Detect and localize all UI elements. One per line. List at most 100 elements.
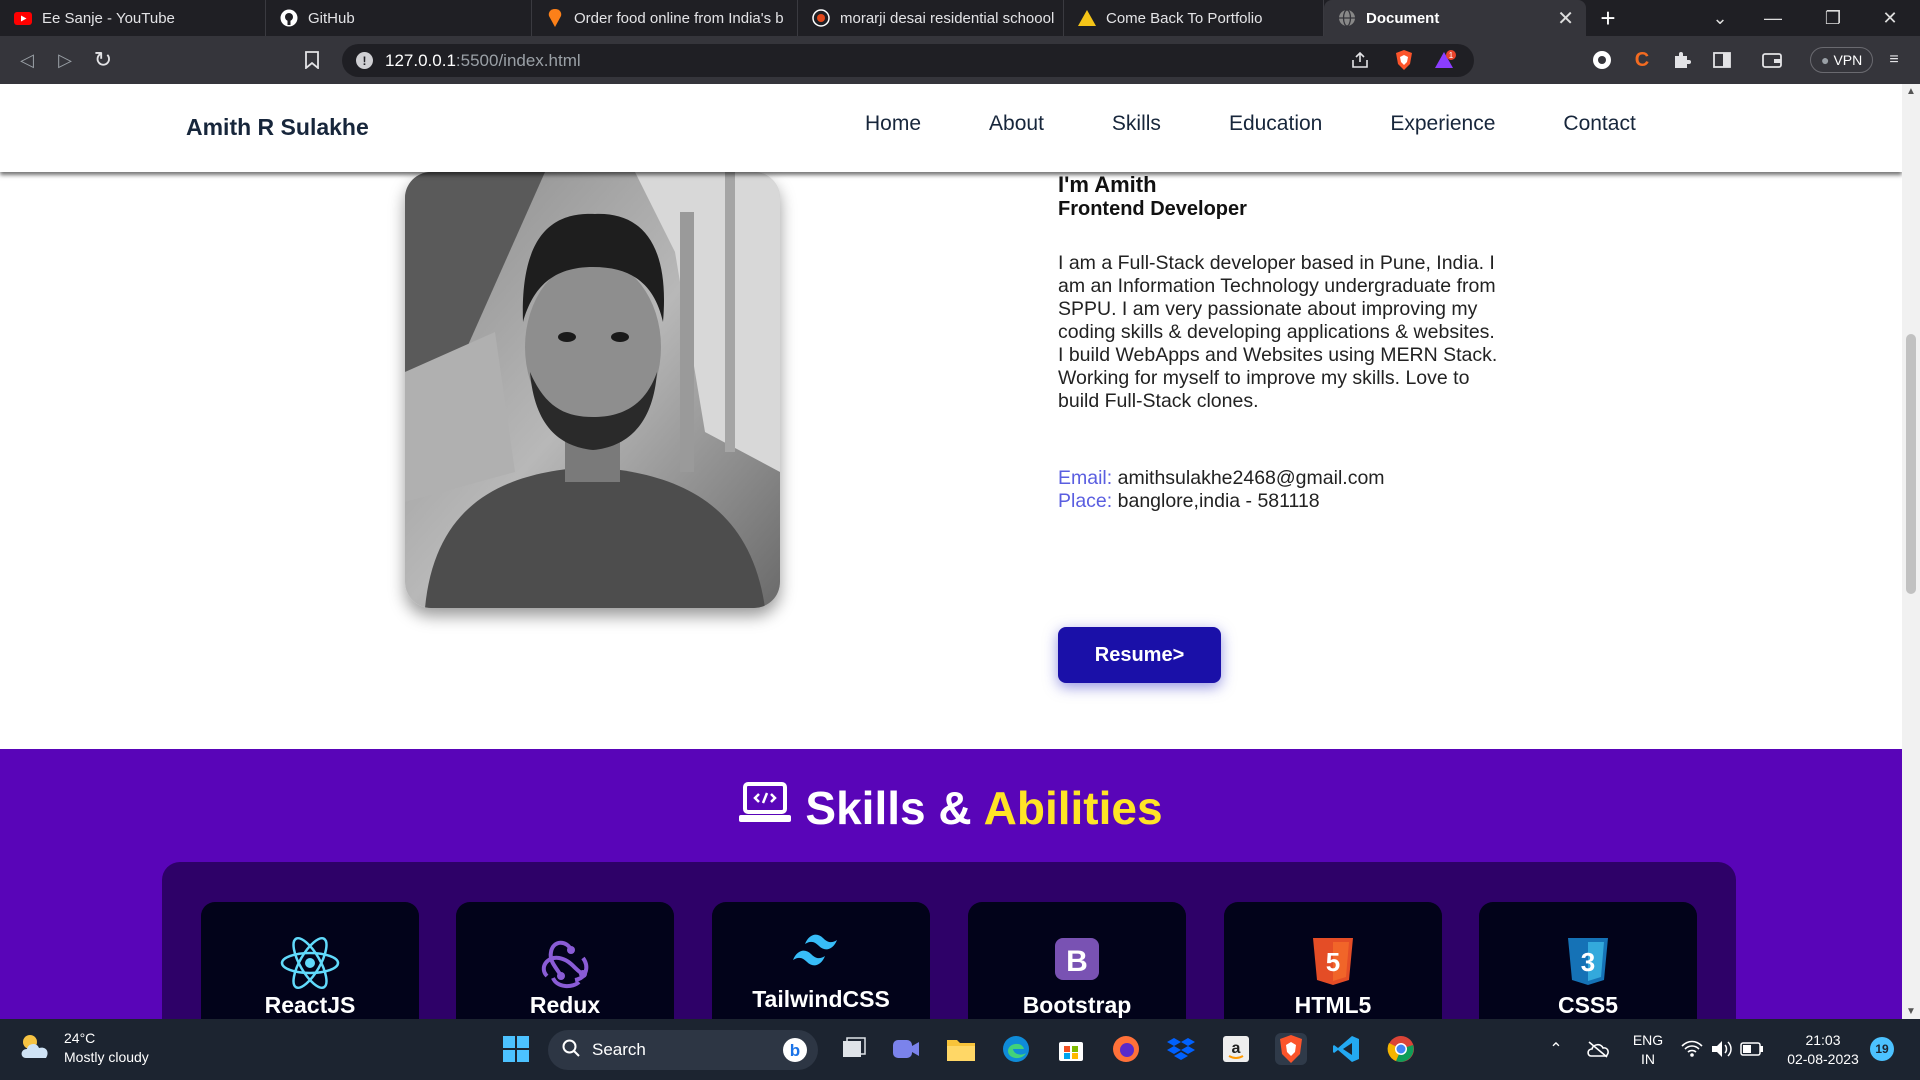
page-scrollbar[interactable]: ▲ ▼ <box>1902 84 1920 1019</box>
about-section: I'm Amith Frontend Developer I am a Full… <box>0 172 1902 834</box>
reload-icon[interactable]: ↻ <box>84 47 122 73</box>
wallet-icon[interactable] <box>1760 48 1784 72</box>
clock-time: 21:03 <box>1805 1032 1841 1048</box>
skill-card: 3 CSS5 <box>1479 902 1697 1019</box>
sidebar-icon[interactable] <box>1710 48 1734 72</box>
skill-label: ReactJS <box>264 992 356 1018</box>
menu-icon[interactable]: ≡ <box>1882 48 1906 72</box>
wifi-icon[interactable] <box>1676 1033 1708 1065</box>
bing-icon[interactable]: b <box>782 1037 808 1068</box>
back-icon[interactable]: ◁ <box>8 50 46 71</box>
globe-icon <box>1338 9 1356 27</box>
language-indicator[interactable]: ENG IN <box>1628 1031 1668 1069</box>
skill-card: ReactJS <box>201 902 419 1019</box>
vpn-button[interactable]: ● VPN <box>1810 47 1874 73</box>
svg-text:5: 5 <box>1326 947 1340 977</box>
battery-icon[interactable] <box>1736 1033 1768 1065</box>
extensions-puzzle-icon[interactable] <box>1670 48 1694 72</box>
tab-swiggy[interactable]: Order food online from India's b <box>532 0 798 36</box>
tab-title: morarji desai residential schoool <box>840 9 1055 27</box>
nav-home[interactable]: Home <box>865 112 921 136</box>
vercel-icon <box>1078 9 1096 27</box>
email-line: Email: amithsulakhe2468@gmail.com <box>1058 467 1385 490</box>
firefox-icon[interactable] <box>1110 1033 1142 1065</box>
scroll-down-icon[interactable]: ▼ <box>1902 1006 1920 1017</box>
skills-heading-accent: Abilities <box>983 782 1163 834</box>
search-icon <box>562 1039 580 1062</box>
file-explorer-icon[interactable] <box>945 1033 977 1065</box>
react-icon <box>201 936 419 990</box>
address-bar[interactable]: ! 127.0.0.1:5500/index.html 1 <box>342 44 1474 77</box>
svg-text:a: a <box>1232 1040 1241 1057</box>
svg-text:1: 1 <box>1449 51 1454 60</box>
restore-icon[interactable]: ❐ <box>1805 0 1861 36</box>
tray-chevron-up-icon[interactable]: ⌃ <box>1540 1033 1572 1065</box>
amazon-icon[interactable]: a <box>1220 1033 1252 1065</box>
clock[interactable]: 21:03 02-08-2023 <box>1778 1031 1868 1069</box>
nav-contact[interactable]: Contact <box>1563 112 1635 136</box>
tailwind-icon <box>712 930 930 982</box>
laptop-code-icon <box>739 781 792 835</box>
minimize-icon[interactable]: — <box>1745 0 1801 36</box>
taskbar-search[interactable]: Search b <box>548 1030 818 1070</box>
email-value[interactable]: amithsulakhe2468@gmail.com <box>1118 467 1385 489</box>
brave-shields-icon[interactable] <box>1392 48 1416 72</box>
tab-github[interactable]: GitHub <box>266 0 532 36</box>
share-icon[interactable] <box>1348 48 1372 72</box>
email-label: Email: <box>1058 467 1113 489</box>
vscode-icon[interactable] <box>1330 1033 1362 1065</box>
profile-icon[interactable] <box>1590 48 1614 72</box>
tab-document[interactable]: Document ✕ <box>1324 0 1586 36</box>
nav-about[interactable]: About <box>989 112 1044 136</box>
brave-browser-icon[interactable] <box>1275 1033 1307 1065</box>
chrome-icon[interactable] <box>1385 1033 1417 1065</box>
extension-c-icon[interactable]: C <box>1630 48 1654 72</box>
svg-text:B: B <box>1066 945 1088 978</box>
browser-toolbar: ◁ ▷ ↻ ! 127.0.0.1:5500/index.html 1 C ● V… <box>0 36 1920 84</box>
site-info-icon[interactable]: ! <box>356 52 373 69</box>
new-tab-button[interactable]: + <box>1586 3 1630 34</box>
bookmark-icon[interactable] <box>300 48 324 72</box>
nav-skills[interactable]: Skills <box>1112 112 1161 136</box>
windows-start-icon[interactable] <box>500 1033 532 1065</box>
bootstrap-icon: B <box>968 936 1186 988</box>
tab-title: Order food online from India's b <box>574 9 784 27</box>
vpn-label: VPN <box>1833 52 1863 68</box>
forward-icon[interactable]: ▷ <box>46 50 84 71</box>
onedrive-off-icon[interactable] <box>1582 1033 1614 1065</box>
tab-youtube[interactable]: Ee Sanje - YouTube <box>0 0 266 36</box>
tab-portfolio[interactable]: Come Back To Portfolio <box>1064 0 1324 36</box>
scroll-up-icon[interactable]: ▲ <box>1902 86 1920 97</box>
lang-bottom: IN <box>1641 1051 1655 1067</box>
volume-icon[interactable] <box>1706 1033 1738 1065</box>
place-value: banglore,india - 581118 <box>1117 490 1320 512</box>
skills-heading: Skills & Abilities <box>0 781 1902 835</box>
task-view-icon[interactable] <box>838 1033 870 1065</box>
teams-chat-icon[interactable] <box>890 1033 922 1065</box>
resume-button[interactable]: Resume> <box>1058 627 1221 683</box>
tab-search-chevron-icon[interactable]: ⌄ <box>1692 0 1748 36</box>
weather-widget[interactable]: 24°C Mostly cloudy <box>18 1029 149 1067</box>
url-path: :5500/index.html <box>455 50 581 70</box>
site-brand[interactable]: Amith R Sulakhe <box>186 114 369 141</box>
scrollbar-thumb[interactable] <box>1906 334 1916 594</box>
skill-card: B Bootstrap <box>968 902 1186 1019</box>
tab-title: Document <box>1366 9 1440 27</box>
close-tab-icon[interactable]: ✕ <box>1557 6 1574 31</box>
hero-name: I'm Amith <box>1058 172 1157 197</box>
edge-icon[interactable] <box>1000 1033 1032 1065</box>
url-host: 127.0.0.1 <box>385 50 456 70</box>
nav-education[interactable]: Education <box>1229 112 1322 136</box>
nav-experience[interactable]: Experience <box>1390 112 1495 136</box>
close-window-icon[interactable]: ✕ <box>1862 0 1918 36</box>
tab-morarji[interactable]: morarji desai residential schoool <box>798 0 1064 36</box>
page-viewport: Amith R Sulakhe Home About Skills Educat… <box>0 84 1902 1019</box>
youtube-icon <box>14 9 32 27</box>
svg-text:3: 3 <box>1581 947 1595 977</box>
notification-badge[interactable]: 19 <box>1870 1037 1894 1061</box>
dropbox-icon[interactable] <box>1165 1033 1197 1065</box>
skill-label: Redux <box>529 992 601 1018</box>
redux-icon <box>456 936 674 989</box>
microsoft-store-icon[interactable] <box>1055 1033 1087 1065</box>
brave-rewards-icon[interactable]: 1 <box>1434 48 1458 72</box>
